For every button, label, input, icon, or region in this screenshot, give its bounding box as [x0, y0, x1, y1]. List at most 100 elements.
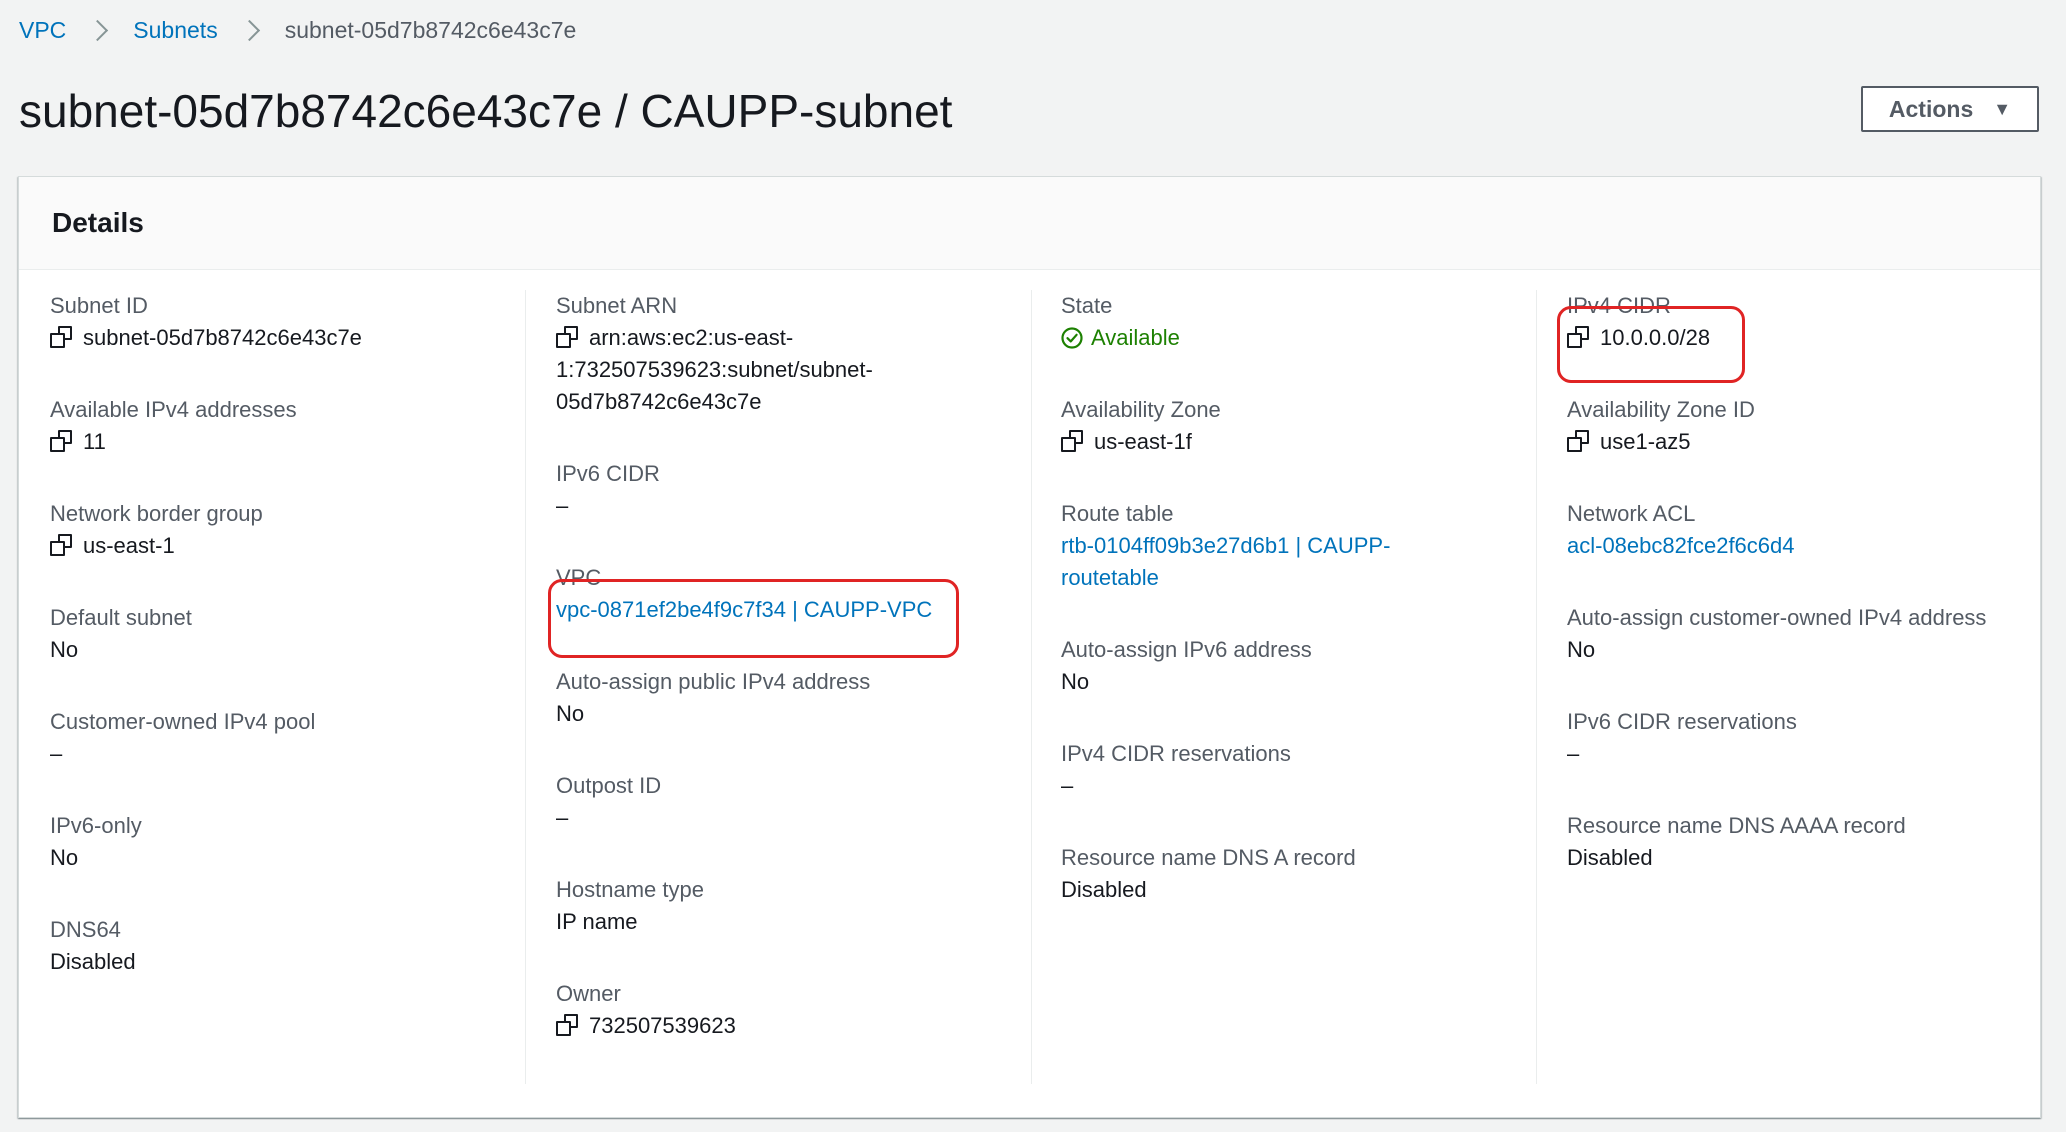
details-column-3: State Available Availability Zone us-eas… — [1061, 290, 1541, 1084]
field-label: Availability Zone — [1061, 397, 1221, 422]
field-state: State Available — [1061, 290, 1541, 354]
field-label: Auto-assign public IPv4 address — [556, 669, 871, 694]
field-label: Available IPv4 addresses — [50, 397, 297, 422]
field-label: State — [1061, 293, 1113, 318]
copy-icon[interactable] — [1061, 430, 1083, 452]
details-column-4: IPv4 CIDR 10.0.0.0/28 Availability Zone … — [1567, 290, 2037, 1084]
field-label: IPv6-only — [50, 813, 142, 838]
field-label: Network border group — [50, 501, 263, 526]
field-value: 732507539623 — [556, 1010, 1036, 1042]
subnet-arn-value: arn:aws:ec2:us-east- 1:732507539623:subn… — [556, 322, 873, 418]
caret-down-icon: ▼ — [1993, 98, 2012, 119]
field-label: Hostname type — [556, 877, 704, 902]
field-label: IPv6 CIDR — [556, 461, 660, 486]
details-column-2: Subnet ARN arn:aws:ec2:us-east- 1:732507… — [556, 290, 1036, 1084]
field-label: Auto-assign IPv6 address — [1061, 637, 1312, 662]
customer-owned-pool-value: – — [50, 741, 63, 766]
field-value: arn:aws:ec2:us-east- 1:732507539623:subn… — [556, 322, 1036, 418]
field-label: IPv4 CIDR reservations — [1061, 741, 1291, 766]
field-auto-assign-customer-owned-ipv4: Auto-assign customer-owned IPv4 address … — [1567, 602, 2047, 666]
field-ipv6-cidr-reservations: IPv6 CIDR reservations – — [1567, 706, 2047, 770]
auto-assign-public-ipv4-value: No — [556, 701, 585, 726]
field-network-border-group: Network border group us-east-1 — [50, 498, 530, 562]
details-columns: Subnet ID subnet-05d7b8742c6e43c7e Avail… — [19, 270, 2040, 1117]
copy-icon[interactable] — [50, 430, 72, 452]
breadcrumb-subnets-link[interactable]: Subnets — [133, 14, 217, 46]
check-circle-icon — [1061, 327, 1083, 349]
subnet-arn-line: 1:732507539623:subnet/subnet- — [556, 357, 873, 382]
field-value: 10.0.0.0/28 — [1567, 322, 2047, 354]
copy-icon[interactable] — [556, 326, 578, 348]
field-ipv4-cidr-reservations: IPv4 CIDR reservations – — [1061, 738, 1541, 802]
field-availability-zone: Availability Zone us-east-1f — [1061, 394, 1541, 458]
ipv4-cidr-value: 10.0.0.0/28 — [1600, 325, 1711, 350]
field-default-subnet: Default subnet No — [50, 602, 530, 666]
field-label: IPv4 CIDR — [1567, 293, 1671, 318]
copy-icon[interactable] — [50, 326, 72, 348]
dns-a-record-value: Disabled — [1061, 877, 1147, 902]
actions-dropdown-button[interactable]: Actions ▼ — [1861, 86, 2039, 132]
page-title: subnet-05d7b8742c6e43c7e / CAUPP-subnet — [19, 85, 953, 137]
dns64-value: Disabled — [50, 949, 136, 974]
field-auto-assign-public-ipv4: Auto-assign public IPv4 address No — [556, 666, 1036, 730]
field-value: us-east-1f — [1061, 426, 1541, 458]
ipv6-only-value: No — [50, 845, 79, 870]
available-ipv4-value: 11 — [83, 429, 106, 454]
field-label: IPv6 CIDR reservations — [1567, 709, 1797, 734]
field-available-ipv4: Available IPv4 addresses 11 — [50, 394, 530, 458]
network-acl-link[interactable]: acl-08ebc82fce2f6c6d4 — [1567, 530, 2047, 562]
field-ipv4-cidr: IPv4 CIDR 10.0.0.0/28 — [1567, 290, 2047, 354]
ipv6-cidr-value: – — [556, 493, 569, 518]
field-label: Owner — [556, 981, 621, 1006]
column-divider — [525, 290, 526, 1084]
auto-assign-ipv6-value: No — [1061, 669, 1090, 694]
breadcrumb-current: subnet-05d7b8742c6e43c7e — [284, 17, 577, 43]
field-label: VPC — [556, 565, 602, 590]
field-subnet-id: Subnet ID subnet-05d7b8742c6e43c7e — [50, 290, 530, 354]
subnet-arn-line: 05d7b8742c6e43c7e — [556, 389, 762, 414]
field-customer-owned-pool: Customer-owned IPv4 pool – — [50, 706, 530, 770]
field-label: Resource name DNS AAAA record — [1567, 813, 1906, 838]
field-vpc: VPC vpc-0871ef2be4f9c7f34 | CAUPP-VPC — [556, 562, 1036, 626]
availability-zone-value: us-east-1f — [1094, 429, 1192, 454]
field-label: Resource name DNS A record — [1061, 845, 1356, 870]
field-availability-zone-id: Availability Zone ID use1-az5 — [1567, 394, 2047, 458]
details-heading: Details — [52, 207, 144, 238]
field-auto-assign-ipv6: Auto-assign IPv6 address No — [1061, 634, 1541, 698]
field-label: Customer-owned IPv4 pool — [50, 709, 316, 734]
field-dns64: DNS64 Disabled — [50, 914, 530, 978]
field-value: use1-az5 — [1567, 426, 2047, 458]
breadcrumb: VPC Subnets subnet-05d7b8742c6e43c7e — [19, 14, 576, 46]
route-table-line: rtb-0104ff09b3e27d6b1 | CAUPP- — [1061, 533, 1391, 558]
field-label: Route table — [1061, 501, 1174, 526]
dns-aaaa-record-value: Disabled — [1567, 845, 1653, 870]
copy-icon[interactable] — [1567, 326, 1589, 348]
state-value: Available — [1061, 322, 1541, 354]
field-label: Outpost ID — [556, 773, 662, 798]
field-value: 11 — [50, 426, 530, 458]
default-subnet-value: No — [50, 637, 79, 662]
details-column-1: Subnet ID subnet-05d7b8742c6e43c7e Avail… — [50, 290, 530, 1084]
breadcrumb-vpc-link[interactable]: VPC — [19, 14, 66, 46]
route-table-link[interactable]: rtb-0104ff09b3e27d6b1 | CAUPP- routetabl… — [1061, 530, 1541, 594]
copy-icon[interactable] — [1567, 430, 1589, 452]
vpc-link[interactable]: vpc-0871ef2be4f9c7f34 | CAUPP-VPC — [556, 594, 1036, 626]
copy-icon[interactable] — [556, 1014, 578, 1036]
field-network-acl: Network ACL acl-08ebc82fce2f6c6d4 — [1567, 498, 2047, 562]
column-divider — [1536, 290, 1537, 1084]
field-label: Availability Zone ID — [1567, 397, 1755, 422]
field-value: subnet-05d7b8742c6e43c7e — [50, 322, 530, 354]
column-divider — [1031, 290, 1032, 1084]
field-label: Subnet ID — [50, 293, 148, 318]
copy-icon[interactable] — [50, 534, 72, 556]
route-table-line: routetable — [1061, 565, 1159, 590]
chevron-right-icon — [87, 19, 109, 41]
field-label: DNS64 — [50, 917, 121, 942]
field-label: Network ACL — [1567, 501, 1696, 526]
ipv4-cidr-reservations-value: – — [1061, 773, 1074, 798]
hostname-type-value: IP name — [556, 909, 638, 934]
field-value: us-east-1 — [50, 530, 530, 562]
chevron-right-icon — [238, 19, 260, 41]
subnet-id-value: subnet-05d7b8742c6e43c7e — [83, 325, 362, 350]
outpost-id-value: – — [556, 805, 569, 830]
